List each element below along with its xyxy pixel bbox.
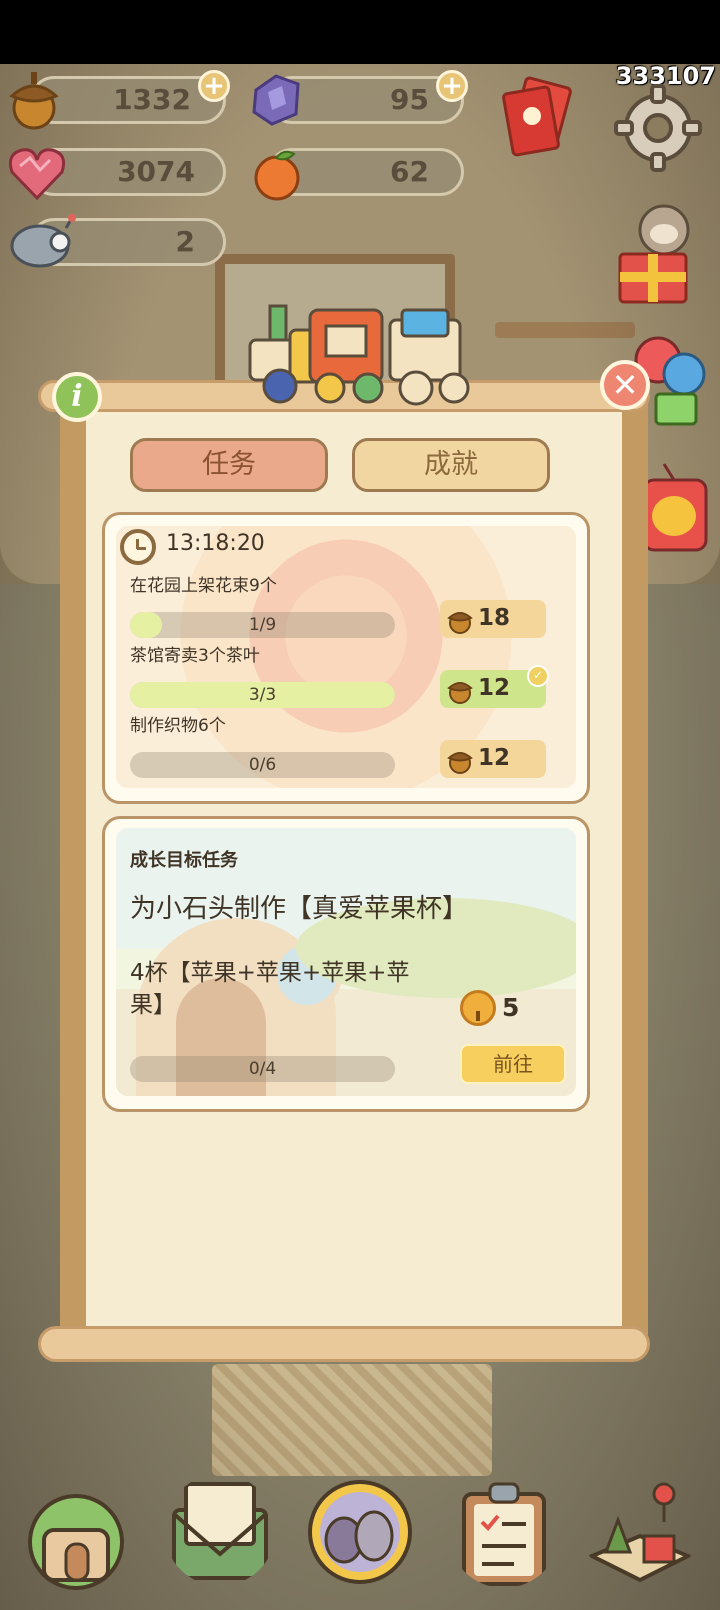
close-button[interactable]: ✕ bbox=[600, 360, 650, 410]
task-clipboard-nav-icon[interactable] bbox=[448, 1476, 560, 1588]
orange-count: 62 bbox=[390, 155, 429, 188]
acorn-icon bbox=[447, 612, 473, 634]
reward-amount: 12 bbox=[478, 675, 511, 701]
heart-icon bbox=[8, 148, 66, 201]
clock-icon bbox=[120, 529, 156, 565]
mail-nav-icon[interactable] bbox=[164, 1474, 276, 1586]
gem-icon bbox=[252, 74, 300, 126]
reward-badge[interactable]: 18 bbox=[440, 600, 546, 638]
tv-icon[interactable] bbox=[640, 460, 710, 556]
map-nav-icon[interactable] bbox=[584, 1476, 696, 1588]
countdown-timer: 13:18:20 bbox=[166, 531, 265, 556]
acorn-icon bbox=[9, 72, 59, 130]
acorn-count: 1332 bbox=[113, 83, 191, 116]
progress-text: 1/9 bbox=[248, 615, 277, 635]
progress-text: 3/3 bbox=[248, 685, 277, 705]
bell-icon bbox=[460, 990, 496, 1026]
heart-count: 3074 bbox=[117, 155, 195, 188]
robot-count: 2 bbox=[175, 225, 195, 258]
task-title: 茶馆寄卖3个茶叶 bbox=[130, 646, 260, 666]
growth-label: 成长目标任务 bbox=[130, 850, 238, 871]
sloth-gift-icon[interactable] bbox=[612, 198, 702, 310]
gem-count: 95 bbox=[390, 83, 429, 116]
reward-amount: 12 bbox=[478, 745, 511, 771]
add-gems-button[interactable]: + bbox=[436, 70, 468, 102]
scroll-bottom-rod bbox=[38, 1326, 650, 1362]
house-nav-icon[interactable] bbox=[20, 1480, 132, 1592]
gear-icon[interactable] bbox=[614, 84, 702, 172]
acorn-icon bbox=[447, 752, 473, 774]
acorn-icon bbox=[447, 682, 473, 704]
red-envelope-icon[interactable] bbox=[498, 76, 578, 164]
reward-badge[interactable]: 12 bbox=[440, 740, 546, 778]
status-bar bbox=[0, 0, 720, 64]
robot-icon bbox=[10, 214, 76, 268]
progress-text: 0/4 bbox=[248, 1059, 277, 1079]
check-icon: ✓ bbox=[527, 665, 549, 687]
go-button[interactable]: 前往 bbox=[460, 1044, 566, 1084]
tab-achievements[interactable]: 成就 bbox=[352, 438, 550, 492]
characters-nav-icon[interactable] bbox=[304, 1474, 416, 1586]
toy-train-icon bbox=[248, 304, 470, 406]
task-title: 制作织物6个 bbox=[130, 716, 226, 736]
growth-title: 为小石头制作【真爱苹果杯】 bbox=[130, 894, 469, 924]
add-acorns-button[interactable]: + bbox=[198, 70, 230, 102]
tab-tasks[interactable]: 任务 bbox=[130, 438, 328, 492]
progress-text: 0/6 bbox=[248, 755, 277, 775]
growth-description: 4杯【苹果+苹果+苹果+苹果】 bbox=[130, 960, 410, 1018]
orange-icon bbox=[254, 150, 300, 201]
task-title: 在花园上架花束9个 bbox=[130, 576, 277, 596]
reward-amount: 18 bbox=[478, 605, 511, 631]
bell-reward-amount: 5 bbox=[502, 993, 520, 1022]
info-button[interactable]: i bbox=[52, 372, 102, 422]
